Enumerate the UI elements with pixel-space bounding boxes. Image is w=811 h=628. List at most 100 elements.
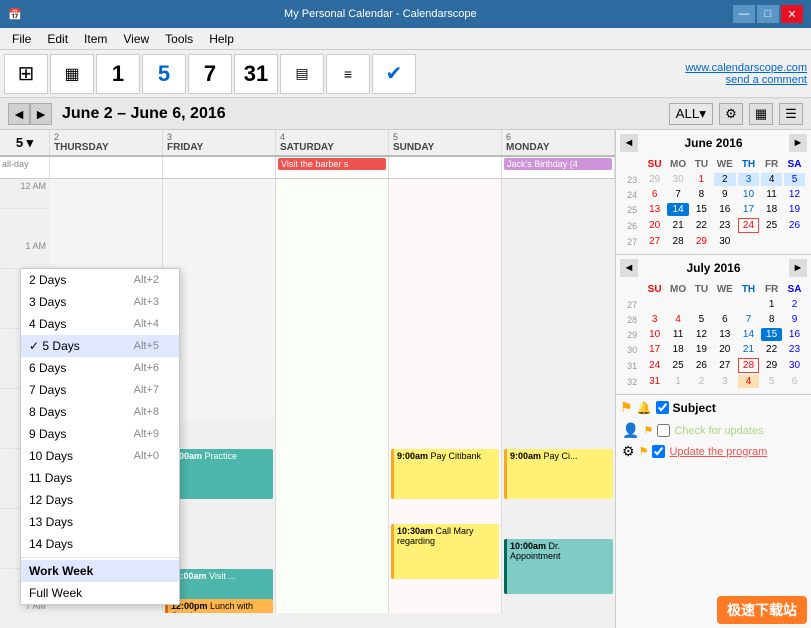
task2-checkbox[interactable]: [652, 445, 665, 458]
july-d16[interactable]: 16: [784, 328, 805, 341]
june-d3[interactable]: 3: [738, 173, 760, 186]
june-d24-special[interactable]: 24: [738, 218, 760, 233]
july-d31[interactable]: 31: [644, 375, 665, 388]
dropdown-6days[interactable]: 6 DaysAlt+6: [21, 357, 179, 379]
july-prev-button[interactable]: ◄: [620, 259, 638, 277]
menu-edit[interactable]: Edit: [39, 30, 76, 48]
menu-item[interactable]: Item: [76, 30, 115, 48]
june-d16[interactable]: 16: [714, 203, 736, 216]
july-d8[interactable]: 8: [761, 313, 782, 326]
june-d28[interactable]: 28: [667, 235, 689, 248]
mon-doctor-event[interactable]: 10:00am Dr. Appointment: [504, 539, 613, 594]
grid-view-icon-button[interactable]: ▦: [749, 103, 773, 125]
july-d17[interactable]: 17: [644, 343, 665, 356]
july-d14[interactable]: 14: [738, 328, 760, 341]
july-d3-next[interactable]: 3: [714, 375, 736, 388]
sun-citibank-event[interactable]: 9:00am Pay Citibank: [391, 449, 499, 499]
week-view-button[interactable]: ▦: [50, 54, 94, 94]
july-d2[interactable]: 2: [784, 298, 805, 311]
list-view-button[interactable]: ▤: [280, 54, 324, 94]
dropdown-2days[interactable]: 2 DaysAlt+2: [21, 269, 179, 291]
menu-tools[interactable]: Tools: [157, 30, 201, 48]
dropdown-7days[interactable]: 7 DaysAlt+7: [21, 379, 179, 401]
july-d7[interactable]: 7: [738, 313, 760, 326]
june-d2[interactable]: 2: [714, 173, 736, 186]
july-d11[interactable]: 11: [667, 328, 689, 341]
close-button[interactable]: ✕: [781, 5, 803, 23]
june-d14-today[interactable]: 14: [667, 203, 689, 216]
dropdown-8days[interactable]: 8 DaysAlt+8: [21, 401, 179, 423]
july-d3[interactable]: 3: [644, 313, 665, 326]
dropdown-workweek[interactable]: Work Week: [21, 560, 179, 582]
settings-icon-button[interactable]: ⚙: [719, 103, 743, 125]
june-d5[interactable]: 5: [784, 173, 805, 186]
june-d12[interactable]: 12: [784, 188, 805, 201]
comment-link[interactable]: send a comment: [685, 74, 807, 86]
visit-barber-event[interactable]: Visit the barber s: [278, 158, 386, 170]
june-d6[interactable]: 6: [644, 188, 665, 201]
july-d19[interactable]: 19: [691, 343, 712, 356]
july-d25[interactable]: 25: [667, 358, 689, 373]
june-d30[interactable]: 30: [714, 235, 736, 248]
dropdown-5days[interactable]: ✓ 5 DaysAlt+5: [21, 335, 179, 357]
july-next-button[interactable]: ►: [789, 259, 807, 277]
june-d23[interactable]: 23: [714, 218, 736, 233]
next-period-button[interactable]: ►: [30, 103, 52, 125]
mon-pay-event[interactable]: 9:00am Pay Ci...: [504, 449, 613, 499]
june-d17[interactable]: 17: [738, 203, 760, 216]
june-next-button[interactable]: ►: [789, 134, 807, 152]
menu-help[interactable]: Help: [201, 30, 242, 48]
prev-period-button[interactable]: ◄: [8, 103, 30, 125]
july-d1[interactable]: 1: [761, 298, 782, 311]
july-d26[interactable]: 26: [691, 358, 712, 373]
july-d5-next[interactable]: 5: [761, 375, 782, 388]
day1-button[interactable]: 1: [96, 54, 140, 94]
july-d5[interactable]: 5: [691, 313, 712, 326]
maximize-button[interactable]: □: [757, 5, 779, 23]
fri-lunch-event[interactable]: 12:00pm Lunch with Carol: [165, 599, 273, 613]
july-d28-special[interactable]: 28: [738, 358, 760, 373]
july-d10[interactable]: 10: [644, 328, 665, 341]
day5-button[interactable]: 5: [142, 54, 186, 94]
july-d27[interactable]: 27: [714, 358, 736, 373]
june-d25[interactable]: 25: [761, 218, 782, 233]
june-prev-button[interactable]: ◄: [620, 134, 638, 152]
dropdown-3days[interactable]: 3 DaysAlt+3: [21, 291, 179, 313]
task1-checkbox[interactable]: [657, 424, 670, 437]
july-d30[interactable]: 30: [784, 358, 805, 373]
june-d4[interactable]: 4: [761, 173, 782, 186]
birthday-event[interactable]: Jack's Birthday (4: [504, 158, 612, 170]
june-d19[interactable]: 19: [784, 203, 805, 216]
new-event-button[interactable]: ⊞: [4, 54, 48, 94]
dropdown-fullweek[interactable]: Full Week: [21, 582, 179, 604]
july-d21[interactable]: 21: [738, 343, 760, 356]
june-d27[interactable]: 27: [644, 235, 665, 248]
menu-view[interactable]: View: [115, 30, 157, 48]
july-d12[interactable]: 12: [691, 328, 712, 341]
june-d13[interactable]: 13: [644, 203, 665, 216]
july-d6[interactable]: 6: [714, 313, 736, 326]
june-d29-prev[interactable]: 29: [644, 173, 665, 186]
all-filter-button[interactable]: ALL▾: [669, 103, 713, 125]
menu-file[interactable]: File: [4, 30, 39, 48]
sat-column[interactable]: [276, 179, 389, 613]
agenda-button[interactable]: ≡: [326, 54, 370, 94]
july-d18[interactable]: 18: [667, 343, 689, 356]
day7-button[interactable]: 7: [188, 54, 232, 94]
website-link[interactable]: www.calendarscope.com: [685, 62, 807, 74]
dropdown-10days[interactable]: 10 DaysAlt+0: [21, 445, 179, 467]
july-d15-today[interactable]: 15: [761, 328, 782, 341]
june-d7[interactable]: 7: [667, 188, 689, 201]
june-d10[interactable]: 10: [738, 188, 760, 201]
july-d24[interactable]: 24: [644, 358, 665, 373]
july-d29[interactable]: 29: [761, 358, 782, 373]
minimize-button[interactable]: —: [733, 5, 755, 23]
july-d6-next[interactable]: 6: [784, 375, 805, 388]
june-d22[interactable]: 22: [691, 218, 712, 233]
mon-column[interactable]: 9:00am Pay Ci... 10:00am Dr. Appointment…: [502, 179, 615, 613]
dropdown-14days[interactable]: 14 Days: [21, 533, 179, 555]
dropdown-4days[interactable]: 4 DaysAlt+4: [21, 313, 179, 335]
june-d18[interactable]: 18: [761, 203, 782, 216]
july-d23[interactable]: 23: [784, 343, 805, 356]
june-d20[interactable]: 20: [644, 218, 665, 233]
